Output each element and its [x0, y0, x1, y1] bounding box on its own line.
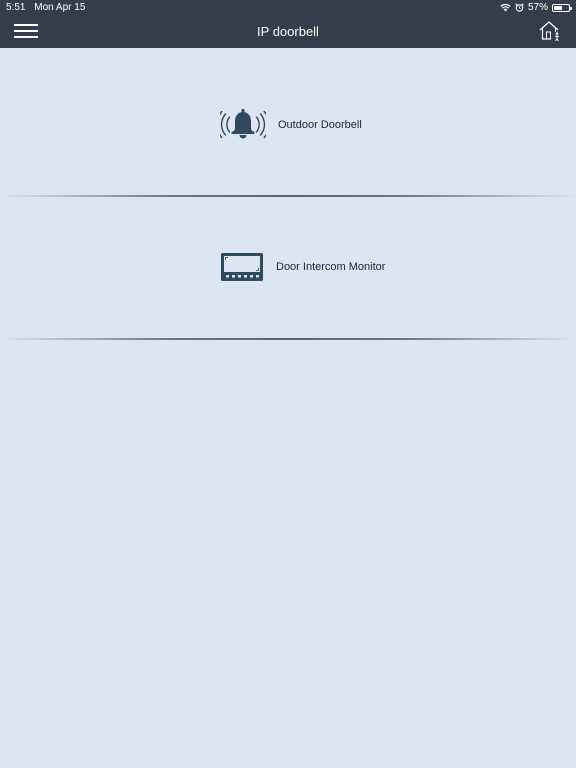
home-button[interactable]	[538, 20, 562, 42]
home-person-icon	[539, 21, 559, 42]
device-item-content: Outdoor Doorbell	[220, 108, 362, 142]
device-item-outdoor-doorbell[interactable]: Outdoor Doorbell	[0, 53, 576, 196]
battery-icon	[552, 3, 572, 12]
wifi-icon	[500, 3, 511, 12]
device-label: Outdoor Doorbell	[278, 119, 362, 131]
bell-ringing-icon	[220, 109, 266, 139]
page-title: IP doorbell	[257, 24, 319, 39]
device-label: Door Intercom Monitor	[276, 261, 386, 273]
battery-level-fill	[554, 5, 562, 10]
alarm-icon	[515, 3, 524, 12]
status-bar: 5:51 Mon Apr 15 57%	[0, 0, 576, 16]
divider	[0, 338, 576, 340]
intercom-monitor-icon	[221, 253, 263, 281]
status-date: Mon Apr 15	[34, 2, 86, 13]
app-header: 5:51 Mon Apr 15 57% IP doorbell	[0, 0, 576, 48]
status-left: 5:51 Mon Apr 15	[6, 2, 91, 13]
status-time: 5:51	[6, 2, 26, 13]
status-right: 57%	[500, 2, 572, 13]
battery-percent: 57%	[527, 2, 548, 13]
device-item-content: Door Intercom Monitor	[220, 252, 385, 282]
device-item-door-intercom-monitor[interactable]: Door Intercom Monitor	[0, 197, 576, 340]
